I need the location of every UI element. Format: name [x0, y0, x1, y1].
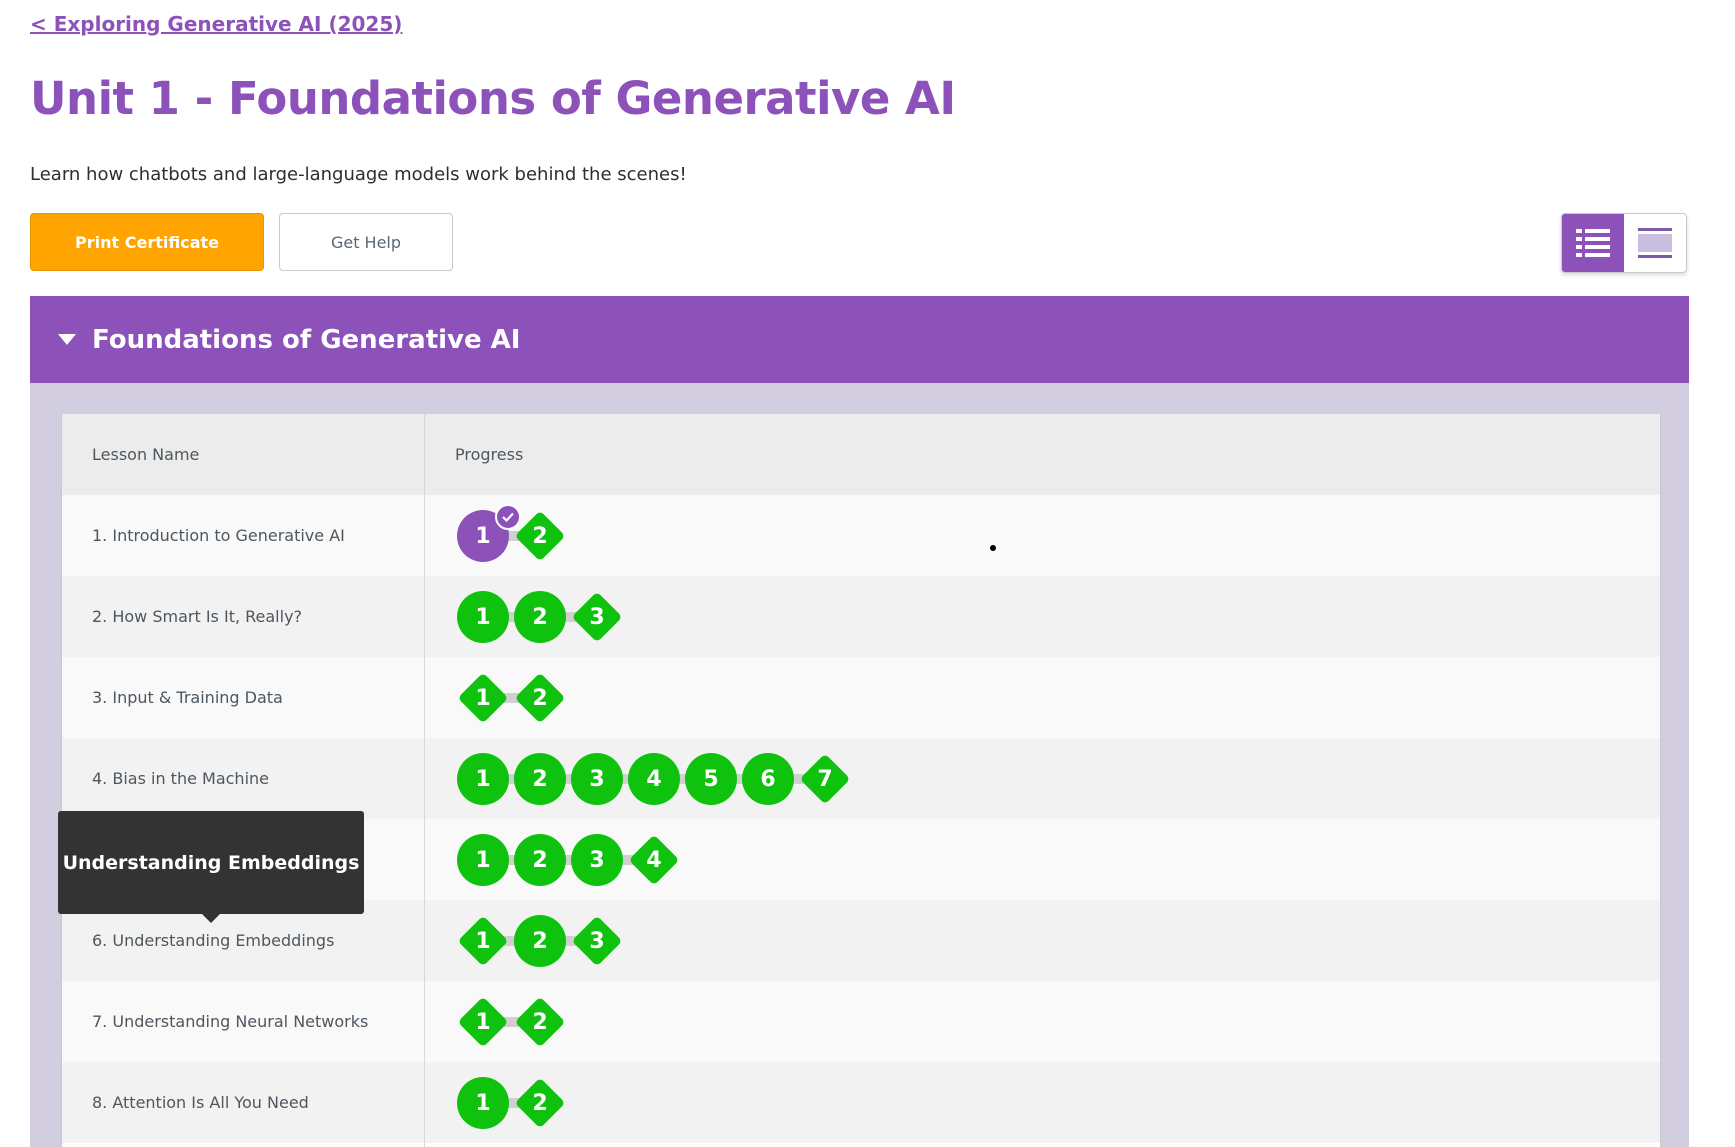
column-header-progress: Progress: [455, 445, 524, 464]
progress-bubble-label: 1: [475, 766, 491, 792]
progress-diamond[interactable]: [571, 915, 623, 967]
progress-bubble-label: 1: [475, 1090, 491, 1116]
progress-bubble-label: 2: [532, 928, 548, 954]
progress-diamond[interactable]: [628, 834, 680, 886]
table-row: 3. Input & Training Data 1 2: [62, 657, 1660, 738]
progress-bubble-label: 3: [589, 847, 605, 873]
progress-bubble-label: 1: [475, 604, 491, 630]
section-header[interactable]: Foundations of Generative AI: [30, 296, 1689, 383]
progress-diamond[interactable]: [514, 1077, 566, 1129]
progress-diamond[interactable]: [514, 672, 566, 724]
lesson-name-link[interactable]: 8. Attention Is All You Need: [92, 1062, 309, 1143]
progress-bubble-label: 2: [532, 766, 548, 792]
lesson-name-link[interactable]: 4. Bias in the Machine: [92, 738, 269, 819]
lesson-table: Lesson Name Progress 1. Introduction to …: [61, 414, 1661, 1147]
progress-bubble-label: 1: [475, 523, 491, 549]
summary-icon: [1638, 228, 1672, 258]
progress-diamond[interactable]: [514, 996, 566, 1048]
progress-bubble[interactable]: 3: [571, 753, 623, 805]
progress-bubble-label: 1: [475, 847, 491, 873]
progress-bubble[interactable]: 5: [685, 753, 737, 805]
get-help-button[interactable]: Get Help: [279, 213, 453, 271]
lesson-name-link[interactable]: 3. Input & Training Data: [92, 657, 283, 738]
progress-bubble-label: 2: [532, 604, 548, 630]
section-title: Foundations of Generative AI: [92, 324, 521, 355]
view-toggle: [1561, 213, 1687, 273]
print-certificate-button[interactable]: Print Certificate: [30, 213, 264, 271]
progress-diamond[interactable]: [514, 510, 566, 562]
tooltip-arrow: [201, 913, 221, 923]
progress-bubble-label: 6: [760, 766, 776, 792]
lesson-name-link[interactable]: 7. Understanding Neural Networks: [92, 981, 368, 1062]
table-row: 8. Attention Is All You Need 1 2: [62, 1062, 1660, 1143]
table-header: Lesson Name Progress: [62, 414, 1660, 495]
progress-diamond[interactable]: [571, 591, 623, 643]
progress-bubble[interactable]: 3: [571, 834, 623, 886]
progress-bubble-label: 3: [589, 766, 605, 792]
progress-bubble[interactable]: 4: [628, 753, 680, 805]
table-row: 1. Introduction to Generative AI 1 2: [62, 495, 1660, 576]
check-icon: [495, 504, 521, 530]
progress-bubble-label: 2: [532, 847, 548, 873]
column-header-lesson-name: Lesson Name: [92, 445, 200, 464]
progress-bubble[interactable]: 2: [514, 834, 566, 886]
progress-diamond[interactable]: [457, 672, 509, 724]
progress-bubble-label: 4: [646, 766, 662, 792]
progress-bubble[interactable]: 1: [457, 504, 521, 562]
column-divider: [424, 414, 425, 1147]
back-link[interactable]: < Exploring Generative AI (2025): [30, 12, 402, 36]
summary-view-button[interactable]: [1624, 214, 1686, 272]
caret-down-icon: [58, 334, 76, 345]
lesson-name-link[interactable]: 2. How Smart Is It, Really?: [92, 576, 302, 657]
progress-bubble[interactable]: 1: [457, 834, 509, 886]
table-row: 4. Bias in the Machine 1 2 3 4 5 6 7: [62, 738, 1660, 819]
progress-bubble[interactable]: 2: [514, 915, 566, 967]
table-row: 2. How Smart Is It, Really? 1 2 3: [62, 576, 1660, 657]
progress-diamond[interactable]: [457, 915, 509, 967]
table-row: 7. Understanding Neural Networks 1 2: [62, 981, 1660, 1062]
progress-bubble[interactable]: 1: [457, 591, 509, 643]
list-view-button[interactable]: [1562, 214, 1624, 272]
page-title: Unit 1 - Foundations of Generative AI: [30, 72, 956, 125]
lesson-tooltip: Understanding Embeddings: [58, 811, 364, 923]
progress-bubble[interactable]: 1: [457, 753, 509, 805]
tooltip-text: Understanding Embeddings: [62, 851, 360, 874]
progress-bubble[interactable]: 1: [457, 1077, 509, 1129]
list-icon: [1576, 229, 1610, 257]
progress-diamond[interactable]: [799, 753, 851, 805]
lesson-name-link[interactable]: 1. Introduction to Generative AI: [92, 495, 345, 576]
mouse-cursor: [990, 545, 996, 551]
progress-bubble[interactable]: 2: [514, 753, 566, 805]
progress-bubble[interactable]: 6: [742, 753, 794, 805]
progress-bubble-label: 5: [703, 766, 719, 792]
page-description: Learn how chatbots and large-language mo…: [30, 164, 687, 185]
progress-bubble[interactable]: 2: [514, 591, 566, 643]
progress-diamond[interactable]: [457, 996, 509, 1048]
